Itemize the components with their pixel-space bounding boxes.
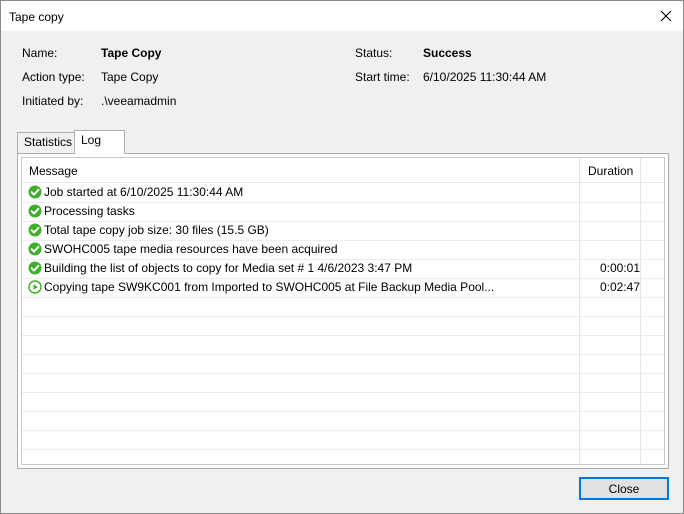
initiated-by-label: Initiated by: bbox=[22, 94, 84, 108]
success-check-icon bbox=[28, 223, 42, 237]
start-time-value: 6/10/2025 11:30:44 AM bbox=[423, 70, 547, 84]
log-row[interactable]: Total tape copy job size: 30 files (15.5… bbox=[22, 221, 664, 241]
log-list: Message Duration Job started at 6/10/202… bbox=[21, 157, 665, 465]
title-bar: Tape copy bbox=[1, 1, 683, 31]
log-row bbox=[22, 392, 664, 412]
log-row bbox=[22, 354, 664, 374]
success-check-icon bbox=[28, 204, 42, 218]
log-row bbox=[22, 449, 664, 464]
start-time-label: Start time: bbox=[355, 70, 410, 84]
status-label: Status: bbox=[355, 46, 393, 60]
success-check-icon bbox=[28, 185, 42, 199]
log-row bbox=[22, 430, 664, 450]
column-header-message[interactable]: Message bbox=[29, 164, 78, 178]
log-row bbox=[22, 297, 664, 317]
name-value: Tape Copy bbox=[101, 46, 162, 60]
log-message: Processing tasks bbox=[44, 204, 135, 218]
log-row bbox=[22, 316, 664, 336]
initiated-by-value: .\veeamadmin bbox=[101, 94, 177, 108]
log-row[interactable]: Processing tasks bbox=[22, 202, 664, 222]
column-header-duration[interactable]: Duration bbox=[588, 164, 633, 178]
action-type-label: Action type: bbox=[22, 70, 85, 84]
log-row bbox=[22, 335, 664, 355]
close-button[interactable]: Close bbox=[579, 477, 669, 500]
window-title: Tape copy bbox=[9, 10, 64, 24]
close-icon[interactable] bbox=[653, 3, 679, 29]
log-header: Message Duration bbox=[22, 158, 664, 183]
running-play-icon bbox=[28, 280, 42, 294]
success-check-icon bbox=[28, 261, 42, 275]
log-row[interactable]: SWOHC005 tape media resources have been … bbox=[22, 240, 664, 260]
log-panel: Message Duration Job started at 6/10/202… bbox=[17, 153, 669, 469]
action-type-value: Tape Copy bbox=[101, 70, 159, 84]
name-label: Name: bbox=[22, 46, 58, 60]
log-message: Building the list of objects to copy for… bbox=[44, 261, 413, 275]
log-row[interactable]: Building the list of objects to copy for… bbox=[22, 259, 664, 279]
log-message: Total tape copy job size: 30 files (15.5… bbox=[44, 223, 269, 237]
status-value: Success bbox=[423, 46, 472, 60]
tape-copy-dialog: Tape copy Name: Tape Copy Action type: T… bbox=[0, 0, 684, 514]
log-message: Job started at 6/10/2025 11:30:44 AM bbox=[44, 185, 244, 199]
tab-statistics[interactable]: Statistics bbox=[17, 132, 75, 153]
log-row bbox=[22, 411, 664, 431]
log-duration: 0:02:47 bbox=[599, 280, 640, 294]
log-message: Copying tape SW9KC001 from Imported to S… bbox=[44, 280, 495, 294]
log-row bbox=[22, 373, 664, 393]
success-check-icon bbox=[28, 242, 42, 256]
tab-log[interactable]: Log bbox=[74, 130, 125, 154]
log-row[interactable]: Job started at 6/10/2025 11:30:44 AM bbox=[22, 183, 664, 203]
log-duration: 0:00:01 bbox=[599, 261, 640, 275]
log-row[interactable]: Copying tape SW9KC001 from Imported to S… bbox=[22, 278, 664, 298]
log-message: SWOHC005 tape media resources have been … bbox=[44, 242, 338, 256]
